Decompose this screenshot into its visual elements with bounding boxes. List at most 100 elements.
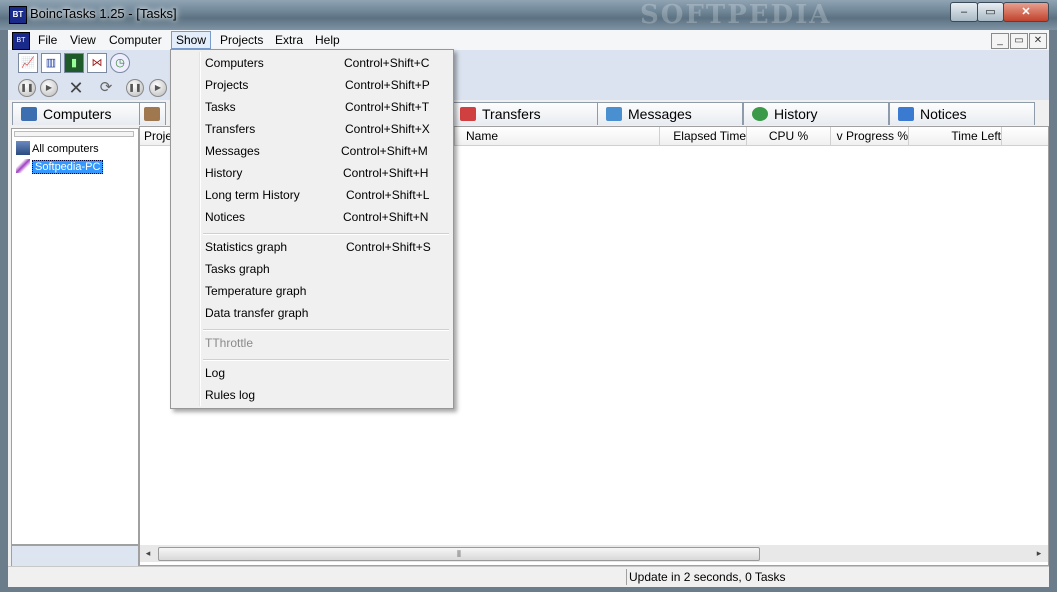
mdi-restore-button[interactable]: ▭ [1010, 33, 1028, 49]
clock-icon[interactable]: ◷ [110, 53, 130, 73]
menu-separator [203, 233, 449, 235]
tab-history[interactable]: History [743, 102, 889, 125]
mdi-close-button[interactable]: ✕ [1029, 33, 1047, 49]
column-time-left[interactable]: Time Left [909, 127, 1002, 145]
title-bar: BT BoincTasks 1.25 - [Tasks] SOFTPEDIA ‒… [0, 0, 1057, 30]
suspend-project-icon[interactable]: ❚❚ [126, 79, 144, 97]
tab-notices[interactable]: Notices [889, 102, 1035, 125]
column-name[interactable]: Name [466, 127, 660, 145]
menu-show[interactable]: Show [171, 31, 212, 49]
tab-label: Messages [628, 106, 692, 122]
abort-icon[interactable]: ✕ [66, 79, 86, 97]
column-progress[interactable]: v Progress % [831, 127, 909, 145]
show-menu-item-temperature-graph[interactable]: Temperature graph [205, 281, 306, 301]
tab-label: Transfers [482, 106, 541, 122]
show-menu-item-projects[interactable]: Projects [205, 75, 248, 95]
tree-item-all-computers[interactable]: All computers [16, 141, 99, 157]
show-menu-item-history[interactable]: History [205, 163, 242, 183]
menu-computer[interactable]: Computer [105, 32, 166, 48]
maximize-button[interactable]: ▭ [977, 2, 1004, 22]
tree-item-softpedia-pc[interactable]: Softpedia-PC [16, 159, 104, 175]
column-cpu[interactable]: CPU % [747, 127, 831, 145]
menu-separator [203, 359, 449, 361]
resume-project-icon[interactable]: ▶ [149, 79, 167, 97]
computer-icon [21, 107, 37, 121]
shortcut-label: Control+Shift+M [341, 144, 428, 158]
tab-label: Notices [920, 106, 967, 122]
shortcut-label: Control+Shift+S [346, 240, 431, 254]
menu-file[interactable]: File [34, 32, 61, 48]
status-bar: Update in 2 seconds, 0 Tasks [8, 566, 1049, 587]
document-icon[interactable]: BT [12, 32, 30, 50]
transfer-graph-icon[interactable]: ⋈ [87, 53, 107, 73]
minimize-button[interactable]: ‒ [950, 2, 978, 22]
show-menu-dropdown: Computers Control+Shift+C Projects Contr… [170, 49, 454, 409]
shortcut-label: Control+Shift+P [345, 78, 430, 92]
projects-icon [144, 107, 160, 121]
computer-node-icon [16, 159, 30, 173]
tab-label: Computers [43, 106, 112, 122]
show-menu-item-rules-log[interactable]: Rules log [205, 385, 255, 405]
tab-projects[interactable] [139, 102, 166, 125]
mdi-controls: _ ▭ ✕ [990, 32, 1047, 49]
menu-projects[interactable]: Projects [216, 32, 267, 48]
tree-header [14, 131, 134, 137]
menu-bar: BT File View Computer Show Projects Extr… [8, 30, 1049, 50]
tree-item-label: Softpedia-PC [32, 160, 104, 174]
column-elapsed-time[interactable]: Elapsed Time [660, 127, 747, 145]
show-menu-item-tasks[interactable]: Tasks [205, 97, 236, 117]
suspend-icon[interactable]: ❚❚ [18, 79, 36, 97]
view-tabs: Computers Transfers Messages History Not… [8, 100, 1049, 126]
show-menu-item-statistics-graph[interactable]: Statistics graph [205, 237, 287, 257]
resume-icon[interactable]: ▶ [40, 79, 58, 97]
menu-help[interactable]: Help [311, 32, 344, 48]
show-menu-item-messages[interactable]: Messages [205, 141, 260, 161]
mdi-minimize-button[interactable]: _ [991, 33, 1009, 49]
history-icon [752, 107, 768, 121]
shortcut-label: Control+Shift+T [345, 100, 430, 114]
show-menu-item-tthrottle[interactable]: TThrottle [205, 333, 253, 353]
menu-separator [203, 329, 449, 331]
tab-messages[interactable]: Messages [597, 102, 743, 125]
tab-transfers[interactable]: Transfers [451, 102, 598, 125]
app-icon: BT [9, 6, 27, 24]
menu-gutter [199, 52, 201, 406]
shortcut-label: Control+Shift+L [346, 188, 430, 202]
show-menu-item-transfers[interactable]: Transfers [205, 119, 255, 139]
shortcut-label: Control+Shift+N [343, 210, 429, 224]
show-menu-item-computers[interactable]: Computers [205, 53, 264, 73]
show-menu-item-notices[interactable]: Notices [205, 207, 245, 227]
shortcut-label: Control+Shift+X [345, 122, 430, 136]
update-icon[interactable]: ⟳ [96, 79, 116, 97]
show-menu-item-tasks-graph[interactable]: Tasks graph [205, 259, 270, 279]
computers-group-icon [16, 141, 30, 155]
bar-graph-icon[interactable]: ▥ [41, 53, 61, 73]
computer-tree: All computers Softpedia-PC [11, 128, 139, 545]
show-menu-item-data-transfer-graph[interactable]: Data transfer graph [205, 303, 308, 323]
transfers-icon [460, 107, 476, 121]
horizontal-scrollbar[interactable]: ◂ ⦀ ▸ [140, 545, 1048, 562]
shortcut-label: Control+Shift+C [344, 56, 430, 70]
scroll-left-icon[interactable]: ◂ [142, 547, 154, 559]
statistics-graph-icon[interactable]: 📈 [18, 53, 38, 73]
tree-item-label: All computers [32, 143, 99, 155]
status-text: Update in 2 seconds, 0 Tasks [626, 569, 788, 585]
action-toolbar: ❚❚ ▶ ✕ ⟳ ❚❚ ▶ [8, 76, 1049, 100]
menu-view[interactable]: View [66, 32, 100, 48]
window-title: BoincTasks 1.25 - [Tasks] [30, 6, 177, 21]
show-menu-item-log[interactable]: Log [205, 363, 225, 383]
tab-computers[interactable]: Computers [12, 102, 140, 125]
client-area: BT File View Computer Show Projects Extr… [8, 30, 1049, 587]
watermark: SOFTPEDIA [640, 0, 832, 30]
graph-toolbar: 📈 ▥ ▮ ⋈ ◷ [8, 50, 1049, 76]
temperature-graph-icon[interactable]: ▮ [64, 53, 84, 73]
close-button[interactable]: ✕ [1003, 2, 1049, 22]
notices-icon [898, 107, 914, 121]
menu-extra[interactable]: Extra [271, 32, 307, 48]
scroll-thumb[interactable]: ⦀ [158, 547, 760, 561]
shortcut-label: Control+Shift+H [343, 166, 429, 180]
tab-label: History [774, 106, 818, 122]
show-menu-item-long-term-history[interactable]: Long term History [205, 185, 300, 205]
messages-icon [606, 107, 622, 121]
scroll-right-icon[interactable]: ▸ [1033, 547, 1045, 559]
